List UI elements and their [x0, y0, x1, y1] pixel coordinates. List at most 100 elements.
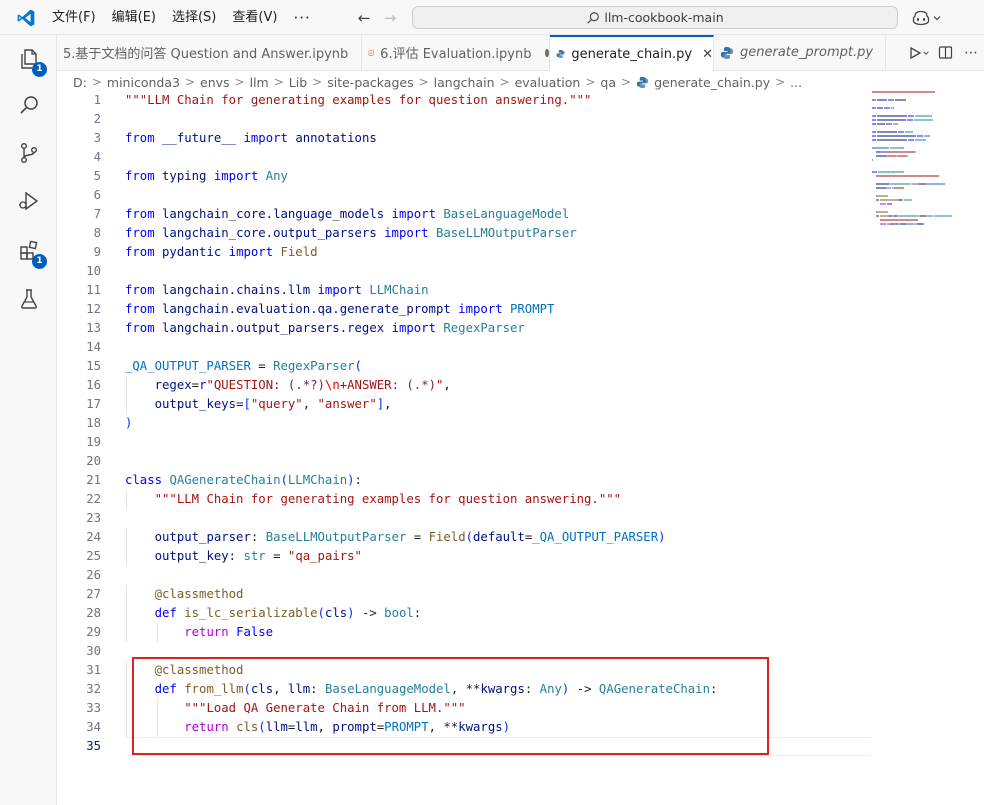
code-token: ) — [658, 530, 666, 544]
menu-view[interactable]: 查看(V) — [224, 5, 285, 31]
code-line[interactable]: from langchain.output_parsers.regex impo… — [125, 319, 885, 338]
code-token: = — [265, 549, 288, 563]
code-editor[interactable]: 1 2 3 4 5 6 7 8 9 10 11 12 13 14 15 16 17 18 19 20 21 22 23 24 2… — [57, 91, 984, 805]
minimap-line — [872, 107, 964, 110]
code-line[interactable]: regex=r"QUESTION: (.*?)\n+ANSWER: (.*)", — [125, 376, 885, 395]
code-line[interactable] — [125, 186, 885, 205]
code-token: is_lc_serializable — [184, 606, 318, 620]
code-line[interactable]: def is_lc_serializable(cls) -> bool: — [125, 604, 885, 623]
activity-testing[interactable] — [0, 279, 57, 319]
breadcrumb-symbols[interactable]: ... — [790, 75, 802, 90]
line-number: 10 — [86, 264, 101, 278]
more-actions-button[interactable]: ⋯ — [958, 43, 984, 63]
code-line[interactable] — [125, 452, 885, 471]
forward-arrow-icon[interactable]: → — [380, 8, 400, 28]
code-line[interactable]: from typing import Any — [125, 167, 885, 186]
code-token: = — [191, 378, 200, 392]
code-token: pydantic — [162, 245, 222, 259]
menu-more-button[interactable]: ··· — [285, 5, 318, 31]
code-line[interactable]: from langchain_core.language_models impo… — [125, 205, 885, 224]
activity-source-control[interactable] — [0, 133, 57, 173]
breadcrumb-folder[interactable]: qa — [600, 75, 616, 90]
close-icon[interactable]: ✕ — [702, 47, 713, 62]
minimap-token — [887, 203, 892, 205]
code-line[interactable]: output_parser: BaseLLMOutputParser = Fie… — [125, 528, 885, 547]
tab-generate-prompt[interactable]: generate_prompt.py — [714, 35, 886, 70]
code-line[interactable]: output_keys=["query", "answer"], — [125, 395, 885, 414]
run-file-button[interactable] — [906, 43, 932, 63]
tab-label: 5.基于文档的问答 Question and Answer.ipynb — [63, 47, 349, 62]
breadcrumb-folder[interactable]: miniconda3 — [107, 75, 180, 90]
annotation-highlight-box — [132, 657, 769, 755]
code-token: BaseLLMOutputParser — [265, 530, 407, 544]
code-token: import — [228, 245, 274, 259]
activity-explorer[interactable]: 1 — [0, 39, 57, 79]
code-line[interactable]: ) — [125, 414, 885, 433]
code-line[interactable]: """LLM Chain for generating examples for… — [125, 91, 885, 110]
menu-file[interactable]: 文件(F) — [44, 5, 104, 31]
code-token: : — [250, 530, 266, 544]
minimap-token — [880, 215, 888, 217]
code-line[interactable]: from __future__ import annotations — [125, 129, 885, 148]
breadcrumb-folder[interactable]: evaluation — [515, 75, 581, 90]
menu-edit[interactable]: 编辑(E) — [104, 5, 164, 31]
activity-search[interactable] — [0, 85, 57, 125]
breadcrumb-folder[interactable]: Lib — [289, 75, 307, 90]
code-line[interactable] — [125, 433, 885, 452]
code-token: +ANSWER: — [339, 378, 407, 392]
indent-guide — [126, 585, 127, 604]
breadcrumb: D: > miniconda3 > envs > llm > Lib > site-pac… — [57, 71, 984, 93]
minimap[interactable] — [872, 91, 964, 225]
tab-generate-chain[interactable]: generate_chain.py ✕ — [550, 35, 714, 71]
code-line[interactable] — [125, 110, 885, 129]
breadcrumb-file[interactable]: generate_chain.py — [636, 75, 770, 90]
menu-selection[interactable]: 选择(S) — [164, 5, 224, 31]
tab-question-answer-notebook[interactable]: 5.基于文档的问答 Question and Answer.ipynb — [57, 35, 362, 70]
code-token: from — [125, 207, 155, 221]
code-line[interactable] — [125, 509, 885, 528]
code-line[interactable] — [125, 566, 885, 585]
breadcrumb-folder[interactable]: envs — [200, 75, 230, 90]
code-line[interactable]: class QAGenerateChain(LLMChain): — [125, 471, 885, 490]
code-line[interactable]: from langchain.chains.llm import LLMChai… — [125, 281, 885, 300]
split-editor-button[interactable] — [932, 43, 958, 63]
code-line[interactable]: """LLM Chain for generating examples for… — [125, 490, 885, 509]
code-line[interactable]: _QA_OUTPUT_PARSER = RegexParser( — [125, 357, 885, 376]
code-line[interactable]: @classmethod — [125, 585, 885, 604]
back-arrow-icon[interactable]: ← — [354, 8, 374, 28]
code-line[interactable] — [125, 338, 885, 357]
run-debug-icon — [18, 191, 38, 211]
minimap-line — [872, 135, 964, 138]
code-token: import — [243, 131, 288, 145]
vscode-logo-icon[interactable] — [16, 8, 36, 28]
minimap-token — [876, 199, 879, 201]
code-line[interactable]: output_key: str = "qa_pairs" — [125, 547, 885, 566]
code-token: str — [243, 549, 266, 563]
code-token: langchain.chains.llm — [162, 283, 311, 297]
command-center-search[interactable]: llm-cookbook-main — [412, 6, 898, 29]
code-line[interactable]: from pydantic import Field — [125, 243, 885, 262]
minimap-token — [907, 155, 908, 157]
vertical-scrollbar[interactable] — [970, 91, 984, 805]
unsaved-dot-icon[interactable] — [545, 48, 549, 57]
code-line[interactable]: return False — [125, 623, 885, 642]
tab-evaluation-notebook[interactable]: 6.评估 Evaluation.ipynb — [362, 35, 550, 70]
breadcrumb-folder[interactable]: langchain — [434, 75, 495, 90]
copilot-button[interactable] — [912, 8, 942, 28]
activity-run-debug[interactable] — [0, 181, 57, 221]
code-line[interactable]: from langchain_core.output_parsers impor… — [125, 224, 885, 243]
breadcrumb-folder[interactable]: llm — [250, 75, 269, 90]
activity-extensions[interactable]: 1 — [0, 231, 57, 271]
tab-label: 6.评估 Evaluation.ipynb — [380, 47, 532, 62]
code-token: """LLM Chain for generating examples for… — [154, 492, 622, 506]
code-token: PROMPT — [510, 302, 555, 316]
code-line[interactable] — [125, 262, 885, 281]
breadcrumb-drive[interactable]: D: — [73, 75, 87, 90]
breadcrumb-folder[interactable]: site-packages — [327, 75, 413, 90]
code-line[interactable] — [125, 148, 885, 167]
code-line[interactable]: from langchain.evaluation.qa.generate_pr… — [125, 300, 885, 319]
